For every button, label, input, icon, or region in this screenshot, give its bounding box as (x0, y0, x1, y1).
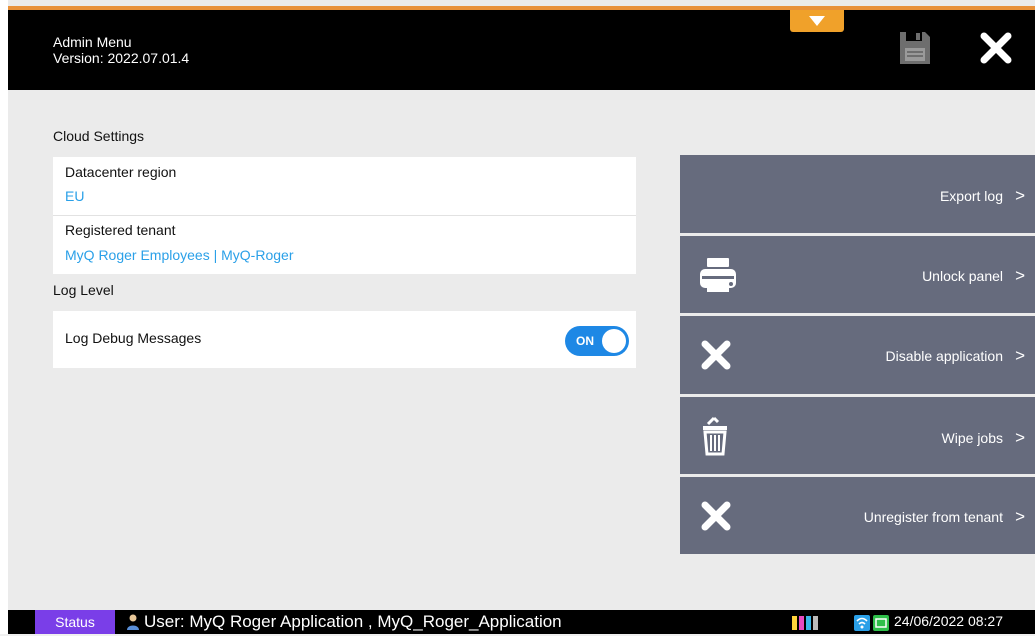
current-user-text: User: MyQ Roger Application , MyQ_Roger_… (144, 612, 562, 631)
chevron-right-icon: > (1015, 346, 1025, 365)
disable-application-button[interactable]: Disable application > (680, 316, 1035, 394)
save-button[interactable] (898, 30, 932, 66)
chevron-right-icon: > (1015, 186, 1025, 205)
network-status-icon (854, 615, 890, 636)
user-icon (126, 614, 140, 630)
log-level-card: Log Debug Messages (53, 311, 636, 368)
wipe-jobs-label: Wipe jobs (941, 430, 1003, 446)
status-bar: Status User: MyQ Roger Application , MyQ… (8, 610, 1035, 634)
chevron-right-icon: > (1015, 428, 1025, 447)
left-edge (0, 0, 8, 634)
date-time-text: 24/06/2022 08:27 (894, 613, 1003, 629)
toggle-knob (602, 329, 626, 353)
log-debug-label: Log Debug Messages (65, 330, 202, 346)
unlock-panel-button[interactable]: Unlock panel > (680, 236, 1035, 313)
toggle-state-text: ON (576, 334, 594, 348)
trash-icon (702, 414, 728, 461)
floppy-disk-icon (900, 32, 930, 64)
chevron-right-icon: > (1015, 266, 1025, 285)
toner-levels-icon (792, 615, 844, 636)
page-title: Admin Menu (53, 34, 132, 50)
datacenter-region-value[interactable]: EU (65, 188, 84, 204)
log-level-heading: Log Level (53, 282, 114, 298)
printer-icon (698, 256, 738, 299)
registered-tenant-label: Registered tenant (65, 222, 176, 238)
export-log-label: Export log (939, 188, 1003, 204)
cloud-settings-heading: Cloud Settings (53, 128, 145, 144)
disable-application-label: Disable application (885, 348, 1003, 364)
close-icon (700, 339, 732, 376)
close-icon (980, 32, 1012, 64)
close-icon (700, 500, 732, 537)
export-log-button[interactable]: Export log > (680, 155, 1035, 233)
version-text: Version: 2022.07.01.4 (53, 50, 190, 66)
admin-menu-screen: Admin Menu Version: 2022.07.01.4 Cloud S… (0, 0, 1035, 634)
unlock-panel-label: Unlock panel (922, 268, 1003, 284)
log-debug-toggle[interactable]: ON (565, 326, 629, 356)
triangle-down-icon (809, 16, 825, 26)
status-tab[interactable]: Status (35, 610, 115, 634)
unregister-tenant-button[interactable]: Unregister from tenant > (680, 477, 1035, 554)
datacenter-region-label: Datacenter region (65, 164, 177, 180)
registered-tenant-value[interactable]: MyQ Roger Employees | MyQ-Roger (65, 247, 293, 263)
wipe-jobs-button[interactable]: Wipe jobs > (680, 397, 1035, 474)
divider (53, 215, 636, 216)
chevron-right-icon: > (1015, 507, 1025, 526)
pulldown-tab[interactable] (790, 10, 844, 32)
cloud-settings-card: Datacenter region EU Registered tenant M… (53, 157, 636, 274)
close-button[interactable] (978, 30, 1014, 66)
header-bar: Admin Menu Version: 2022.07.01.4 (8, 10, 1035, 90)
unregister-tenant-label: Unregister from tenant (863, 509, 1003, 525)
